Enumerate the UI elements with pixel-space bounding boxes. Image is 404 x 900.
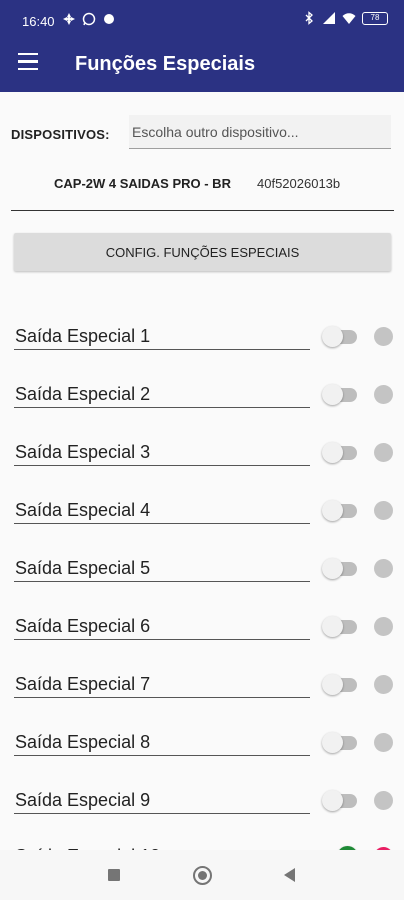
output-row <box>0 664 404 722</box>
device-name: CAP-2W 4 SAIDAS PRO - BR <box>54 176 231 191</box>
output-toggle[interactable] <box>322 442 357 463</box>
output-name-input[interactable] <box>14 490 310 524</box>
output-toggle[interactable] <box>322 732 357 753</box>
output-row <box>0 374 404 432</box>
output-toggle[interactable] <box>322 674 357 695</box>
output-toggle[interactable] <box>322 384 357 405</box>
output-name-input[interactable] <box>14 722 310 756</box>
output-toggle[interactable] <box>322 500 357 521</box>
output-row <box>0 780 404 838</box>
wifi-icon <box>342 13 356 24</box>
device-search-input[interactable] <box>129 115 391 149</box>
app-bar: Funções Especiais <box>0 36 404 92</box>
device-id: 40f52026013b <box>257 176 341 191</box>
whatsapp-icon <box>82 12 96 26</box>
output-status-indicator <box>374 733 393 752</box>
output-status-indicator <box>374 501 393 520</box>
divider <box>11 210 394 211</box>
config-special-functions-button[interactable]: CONFIG. FUNÇÕES ESPECIAIS <box>14 233 391 271</box>
signal-icon <box>323 12 335 24</box>
chat-icon <box>104 14 114 24</box>
output-toggle[interactable] <box>322 558 357 579</box>
output-name-input[interactable] <box>14 780 310 814</box>
output-toggle[interactable] <box>322 790 357 811</box>
output-name-input[interactable] <box>14 548 310 582</box>
output-row <box>0 722 404 780</box>
output-name-input[interactable] <box>14 432 310 466</box>
fan-icon <box>63 13 75 25</box>
output-row <box>0 490 404 548</box>
hamburger-menu-icon[interactable] <box>18 53 40 75</box>
output-status-indicator <box>374 675 393 694</box>
output-toggle[interactable] <box>322 326 357 347</box>
output-row <box>0 316 404 374</box>
back-icon[interactable] <box>284 868 295 882</box>
output-row <box>0 548 404 606</box>
page-title: Funções Especiais <box>75 53 256 75</box>
status-bar: 16:40 78 <box>0 0 404 36</box>
output-status-indicator <box>374 559 393 578</box>
output-status-indicator <box>374 443 393 462</box>
navigation-bar <box>0 850 404 900</box>
output-toggle[interactable] <box>322 616 357 637</box>
status-time: 16:40 <box>22 14 55 29</box>
output-name-input[interactable] <box>14 606 310 640</box>
devices-label: DISPOSITIVOS: <box>11 127 110 142</box>
battery-icon: 78 <box>362 11 388 25</box>
output-name-input[interactable] <box>14 374 310 408</box>
output-name-input[interactable] <box>14 664 310 698</box>
recents-icon[interactable] <box>108 869 120 881</box>
output-status-indicator <box>374 327 393 346</box>
output-status-indicator <box>374 791 393 810</box>
output-status-indicator <box>374 385 393 404</box>
output-status-indicator <box>374 617 393 636</box>
output-row <box>0 432 404 490</box>
output-row <box>0 606 404 664</box>
home-icon[interactable] <box>193 866 212 885</box>
output-name-input[interactable] <box>14 316 310 350</box>
bluetooth-icon <box>305 11 313 25</box>
